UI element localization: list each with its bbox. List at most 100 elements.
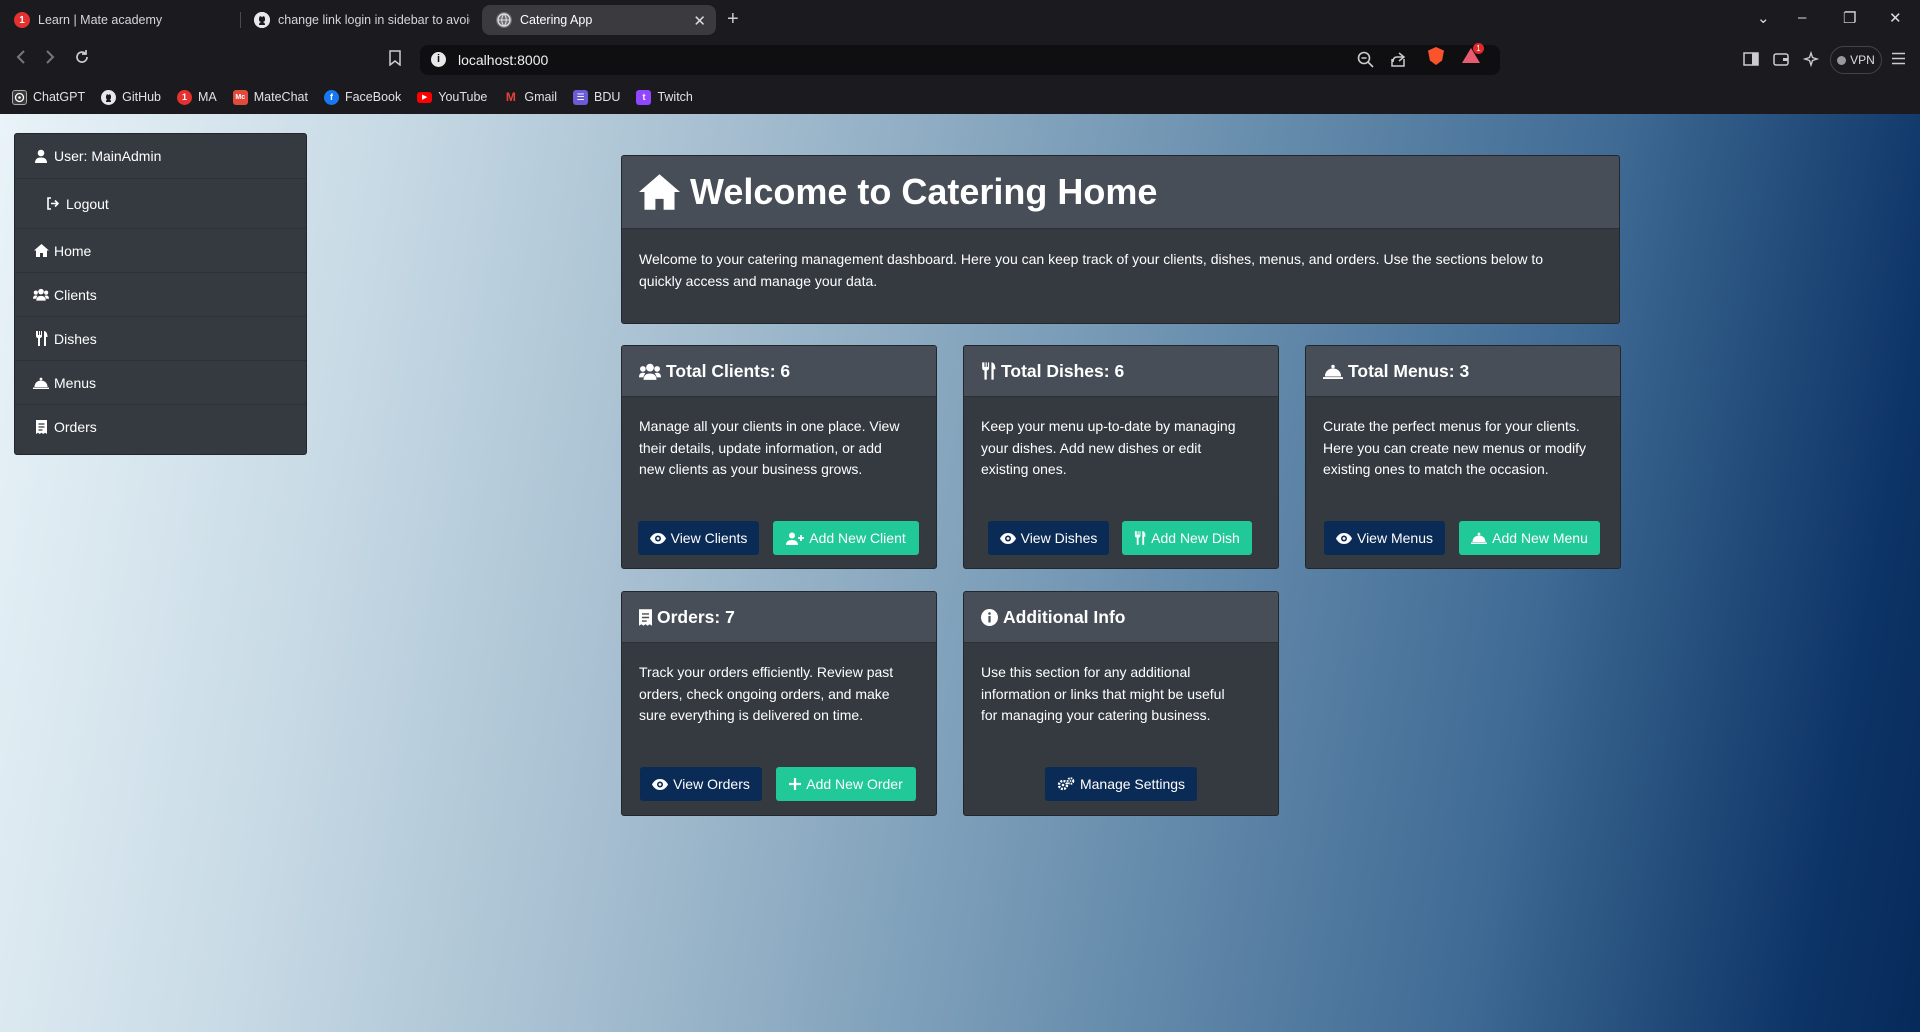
sidebar-item-label: Dishes bbox=[54, 330, 97, 347]
forward-icon[interactable] bbox=[44, 49, 56, 65]
additional-info-title: Additional Info bbox=[1003, 606, 1126, 627]
vpn-button[interactable]: VPN bbox=[1830, 46, 1882, 74]
bookmark-chatgpt[interactable]: ChatGPT bbox=[12, 89, 85, 105]
tab-mate-academy[interactable]: 1 Learn | Mate academy bbox=[0, 5, 238, 35]
site-info-icon[interactable]: i bbox=[431, 52, 446, 67]
user-icon bbox=[33, 149, 49, 163]
sidebar-toggle-icon[interactable] bbox=[1743, 52, 1759, 66]
card-text: sure everything is delivered on time. bbox=[639, 707, 864, 723]
tab-title: Learn | Mate academy bbox=[38, 13, 163, 27]
add-new-order-button[interactable]: Add New Order bbox=[776, 767, 916, 801]
tab-catering-app[interactable]: Catering App ✕ bbox=[482, 5, 716, 35]
sidebar-item-label: Logout bbox=[66, 195, 109, 212]
additional-info-body: Use this section for any additional info… bbox=[964, 643, 1278, 727]
orders-card-header: Orders: 7 bbox=[622, 592, 936, 643]
bookmark-youtube[interactable]: ▶ YouTube bbox=[417, 90, 487, 104]
sidebar-item-dishes[interactable]: Dishes bbox=[15, 317, 306, 361]
menu-icon[interactable] bbox=[1891, 52, 1906, 65]
add-new-dish-button[interactable]: Add New Dish bbox=[1122, 521, 1252, 555]
card-text: Curate the perfect menus for your client… bbox=[1323, 418, 1580, 434]
sidebar-item-label: Clients bbox=[54, 286, 97, 303]
bookmarks-bar: ChatGPT GitHub 1 MA Mc MateChat f FaceBo… bbox=[0, 80, 1920, 114]
reload-icon[interactable] bbox=[74, 49, 90, 65]
sidebar-item-orders[interactable]: Orders bbox=[15, 405, 306, 449]
welcome-text: Welcome to your catering management dash… bbox=[639, 251, 1543, 267]
bookmark-github[interactable]: GitHub bbox=[101, 89, 162, 105]
receipt-icon bbox=[33, 420, 49, 434]
sidebar-item-label: Menus bbox=[54, 374, 97, 391]
utensils-icon bbox=[981, 362, 996, 380]
bookmark-label: Gmail bbox=[524, 90, 558, 104]
browser-toolbar: i localhost:8000 1 VPN bbox=[0, 40, 1920, 80]
sidebar: User: MainAdmin Logout Home Clients Dish… bbox=[14, 133, 307, 455]
restore-icon[interactable]: ❐ bbox=[1843, 9, 1856, 27]
add-new-menu-button[interactable]: Add New Menu bbox=[1459, 521, 1600, 555]
bookmark-matechat[interactable]: Mc MateChat bbox=[232, 89, 308, 105]
view-orders-button[interactable]: View Orders bbox=[640, 767, 762, 801]
share-icon[interactable] bbox=[1390, 51, 1407, 68]
address-bar[interactable]: i localhost:8000 bbox=[420, 45, 1500, 75]
bookmark-ma[interactable]: 1 MA bbox=[177, 89, 217, 105]
button-label: Add New Client bbox=[809, 530, 906, 546]
leo-ai-icon[interactable] bbox=[1803, 51, 1820, 68]
vpn-status-icon bbox=[1837, 55, 1847, 65]
cloche-icon bbox=[1471, 532, 1488, 544]
cloche-icon bbox=[1323, 364, 1343, 379]
minimize-icon[interactable]: – bbox=[1798, 9, 1806, 26]
plus-icon bbox=[789, 778, 802, 790]
users-icon bbox=[33, 288, 49, 301]
view-dishes-button[interactable]: View Dishes bbox=[988, 521, 1109, 555]
clients-card: Total Clients: 6 Manage all your clients… bbox=[621, 345, 937, 569]
browser-tab-bar: 1 Learn | Mate academy change link login… bbox=[0, 0, 1920, 40]
bookmark-page-icon[interactable] bbox=[389, 50, 401, 66]
sidebar-item-clients[interactable]: Clients bbox=[15, 273, 306, 317]
card-text: Keep your menu up-to-date by managing bbox=[981, 418, 1236, 434]
new-tab-button[interactable]: + bbox=[727, 8, 739, 31]
card-text: Use this section for any additional bbox=[981, 664, 1191, 680]
bookmark-bdu[interactable]: ☰ BDU bbox=[573, 89, 620, 105]
card-text: Manage all your clients in one place. Vi… bbox=[639, 418, 900, 434]
manage-settings-button[interactable]: Manage Settings bbox=[1045, 767, 1197, 801]
back-icon[interactable] bbox=[15, 49, 27, 65]
tab-list-dropdown-icon[interactable]: ⌄ bbox=[1757, 9, 1770, 27]
menus-card: Total Menus: 3 Curate the perfect menus … bbox=[1305, 345, 1621, 569]
welcome-card-header: Welcome to Catering Home bbox=[622, 156, 1619, 229]
menus-card-title: Total Menus: 3 bbox=[1348, 360, 1470, 381]
address-text[interactable]: localhost:8000 bbox=[458, 52, 548, 68]
gears-icon bbox=[1057, 777, 1075, 791]
sidebar-item-home[interactable]: Home bbox=[15, 229, 306, 273]
mate-academy-icon: 1 bbox=[14, 12, 30, 28]
bookmark-label: Twitch bbox=[657, 90, 693, 104]
view-menus-button[interactable]: View Menus bbox=[1324, 521, 1445, 555]
tab-github[interactable]: change link login in sidebar to avoid bbox=[240, 5, 470, 35]
dishes-card: Total Dishes: 6 Keep your menu up-to-dat… bbox=[963, 345, 1279, 569]
notification-badge: 1 bbox=[1473, 43, 1484, 54]
add-new-client-button[interactable]: Add New Client bbox=[773, 521, 919, 555]
sidebar-item-menus[interactable]: Menus bbox=[15, 361, 306, 405]
bookmark-facebook[interactable]: f FaceBook bbox=[323, 89, 401, 105]
add-user-icon bbox=[786, 532, 805, 545]
wallet-icon[interactable] bbox=[1773, 52, 1789, 66]
zoom-icon[interactable] bbox=[1357, 51, 1374, 68]
bookmark-label: GitHub bbox=[122, 90, 162, 104]
card-text: Track your orders efficiently. Review pa… bbox=[639, 664, 894, 680]
dishes-card-body: Keep your menu up-to-date by managing yo… bbox=[964, 397, 1278, 481]
clients-card-title: Total Clients: 6 bbox=[666, 360, 791, 381]
sidebar-user-label: User: MainAdmin bbox=[54, 148, 162, 164]
users-icon bbox=[639, 363, 661, 380]
bookmark-twitch[interactable]: t Twitch bbox=[636, 89, 693, 105]
chatgpt-icon bbox=[12, 89, 27, 105]
github-icon bbox=[101, 89, 117, 105]
card-text: orders, check ongoing orders, and make bbox=[639, 685, 890, 702]
info-icon bbox=[981, 608, 998, 626]
tab-close-icon[interactable]: ✕ bbox=[693, 12, 706, 30]
bookmark-gmail[interactable]: M Gmail bbox=[503, 90, 557, 105]
sidebar-item-logout[interactable]: Logout bbox=[15, 179, 306, 229]
welcome-text: quickly access and manage your data. bbox=[639, 272, 878, 289]
button-label: View Clients bbox=[670, 530, 748, 546]
additional-info-card-header: Additional Info bbox=[964, 592, 1278, 643]
close-window-icon[interactable]: ✕ bbox=[1889, 9, 1902, 27]
view-clients-button[interactable]: View Clients bbox=[638, 521, 759, 555]
card-text: Here you can create new menus or modify bbox=[1323, 439, 1587, 456]
menus-card-body: Curate the perfect menus for your client… bbox=[1306, 397, 1620, 481]
